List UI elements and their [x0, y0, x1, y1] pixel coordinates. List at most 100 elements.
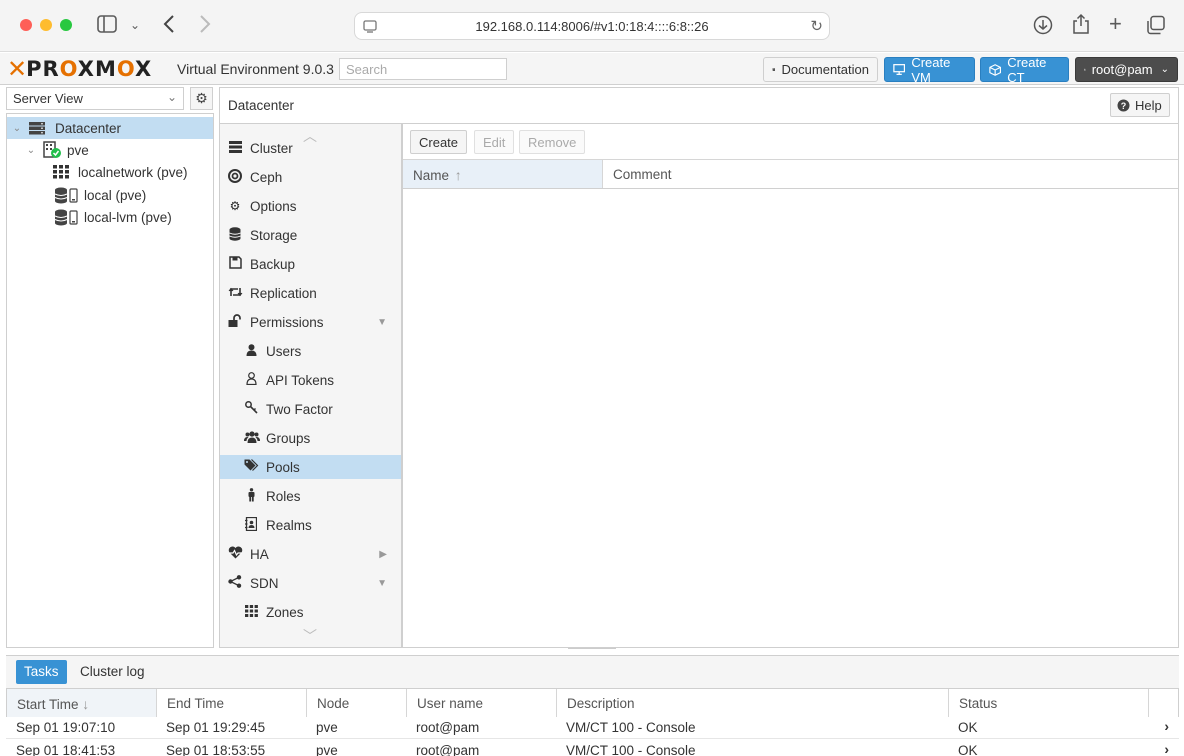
- log-panel-tabs: Tasks Cluster log: [6, 655, 1179, 688]
- menu-item-label: Storage: [250, 227, 298, 243]
- sort-descending-icon: ↓: [82, 696, 90, 712]
- menu-item-ceph[interactable]: Ceph: [220, 165, 401, 189]
- storage-icon: [54, 209, 78, 225]
- menu-item-backup[interactable]: Backup: [220, 252, 401, 276]
- zoom-window-button[interactable]: [60, 19, 72, 31]
- create-vm-label: Create VM: [911, 54, 951, 85]
- menu-item-permissions[interactable]: Permissions ▼: [220, 310, 401, 334]
- tree-settings-button[interactable]: ⚙: [190, 87, 213, 110]
- tags-icon: [244, 459, 259, 475]
- create-button[interactable]: Create: [410, 130, 468, 154]
- new-tab-icon[interactable]: +: [1109, 13, 1122, 35]
- table-row[interactable]: Sep 01 18:41:53 Sep 01 18:53:55 pve root…: [6, 740, 1179, 756]
- menu-item-realms[interactable]: Realms: [220, 513, 401, 537]
- documentation-label: Documentation: [781, 62, 869, 77]
- column-header-description[interactable]: Description: [557, 689, 949, 718]
- menu-item-label: Users: [266, 343, 302, 359]
- menu-item-options[interactable]: ⚙ Options: [220, 194, 401, 218]
- pools-toolbar: Create Edit Remove: [403, 124, 1178, 160]
- menu-item-groups[interactable]: Groups: [220, 426, 401, 450]
- cell-description: VM/CT 100 - Console: [566, 720, 696, 735]
- share-icon[interactable]: [1072, 13, 1090, 39]
- column-header-start-time[interactable]: Start Time ↓: [7, 689, 157, 718]
- menu-item-label: Groups: [266, 430, 311, 446]
- menu-item-sdn[interactable]: SDN ▼: [220, 571, 401, 595]
- expand-arrow-icon[interactable]: ▼: [377, 317, 387, 328]
- panel-splitter[interactable]: [568, 648, 616, 654]
- gear-icon: ⚙: [195, 90, 208, 106]
- edit-button[interactable]: Edit: [474, 130, 515, 154]
- table-row[interactable]: Sep 01 19:07:10 Sep 01 19:29:45 pve root…: [6, 717, 1179, 739]
- view-selector[interactable]: Server View ⌄: [6, 87, 184, 110]
- column-header-label: End Time: [167, 696, 225, 711]
- forward-button[interactable]: [199, 14, 211, 38]
- menu-item-storage[interactable]: Storage: [220, 223, 401, 247]
- menu-item-two-factor[interactable]: Two Factor: [220, 397, 401, 421]
- tree-item-local-lvm[interactable]: local-lvm (pve): [53, 206, 172, 228]
- menu-item-label: Replication: [250, 285, 317, 301]
- menu-item-api-tokens[interactable]: API Tokens: [220, 368, 401, 392]
- chevron-right-icon[interactable]: ›: [1164, 718, 1169, 734]
- create-ct-button[interactable]: Create CT: [980, 55, 1069, 85]
- scroll-down-icon[interactable]: ﹀: [303, 626, 317, 646]
- cell-status: OK: [958, 743, 978, 756]
- menu-item-cluster[interactable]: Cluster: [220, 136, 401, 160]
- column-header-user-name[interactable]: User name: [407, 689, 557, 718]
- content-header: Datacenter ? Help: [219, 87, 1179, 123]
- expand-arrow-icon[interactable]: ▶: [379, 549, 387, 560]
- create-vm-button[interactable]: Create VM: [884, 54, 975, 85]
- tree-item-local[interactable]: local (pve): [53, 184, 146, 206]
- user-icon: [1084, 68, 1086, 71]
- share-nodes-icon: [228, 575, 242, 591]
- tree-item-label: localnetwork (pve): [78, 164, 188, 180]
- sidebar-toggle-icon[interactable]: [97, 15, 117, 37]
- close-window-button[interactable]: [20, 19, 32, 31]
- menu-item-users[interactable]: Users: [220, 339, 401, 363]
- male-icon: [244, 487, 258, 505]
- collapse-arrow-icon[interactable]: ⌄: [25, 145, 37, 156]
- column-header-name[interactable]: Name ↑: [403, 160, 603, 188]
- menu-item-label: Options: [250, 198, 297, 214]
- menu-item-label: Realms: [266, 517, 312, 533]
- menu-item-replication[interactable]: Replication: [220, 281, 401, 305]
- pools-grid-header: Name ↑ Comment: [403, 160, 1178, 189]
- tabs-overview-icon[interactable]: [1146, 15, 1166, 39]
- column-header-status[interactable]: Status: [949, 689, 1149, 718]
- minimize-window-button[interactable]: [40, 19, 52, 31]
- user-menu-button[interactable]: root@pam ⌄: [1075, 57, 1178, 82]
- network-grid-icon: [53, 165, 69, 179]
- address-book-icon: [244, 516, 258, 534]
- column-header-node[interactable]: Node: [307, 689, 407, 718]
- menu-item-pools[interactable]: Pools: [220, 455, 401, 479]
- column-header-comment[interactable]: Comment: [603, 160, 1180, 188]
- search-input[interactable]: Search: [339, 58, 507, 80]
- column-header-label: Description: [567, 696, 635, 711]
- help-button[interactable]: ? Help: [1110, 93, 1170, 117]
- tree-item-localnetwork[interactable]: localnetwork (pve): [53, 161, 188, 183]
- column-header-label: Status: [959, 696, 998, 711]
- remove-button[interactable]: Remove: [519, 130, 586, 154]
- expand-arrow-icon[interactable]: ▼: [377, 578, 387, 589]
- menu-item-label: Two Factor: [266, 401, 333, 417]
- tab-overview-chevron-icon[interactable]: ⌄: [130, 15, 140, 35]
- menu-item-roles[interactable]: Roles: [220, 484, 401, 508]
- column-header-end-time[interactable]: End Time: [157, 689, 307, 718]
- menu-item-zones[interactable]: Zones: [220, 600, 401, 624]
- tree-item-datacenter[interactable]: ⌄ Datacenter: [7, 117, 213, 139]
- datacenter-icon: [29, 122, 45, 135]
- svg-text:?: ?: [1121, 101, 1127, 111]
- tab-cluster-log[interactable]: Cluster log: [72, 660, 153, 684]
- documentation-button[interactable]: Documentation: [763, 57, 878, 82]
- downloads-icon[interactable]: [1033, 15, 1053, 39]
- tab-tasks[interactable]: Tasks: [16, 660, 67, 684]
- collapse-arrow-icon[interactable]: ⌄: [11, 123, 23, 134]
- tree-item-label: pve: [67, 142, 89, 158]
- chevron-right-icon[interactable]: ›: [1164, 741, 1169, 756]
- tree-item-node-pve[interactable]: ⌄ pve: [25, 139, 89, 161]
- column-header-label: Name: [413, 168, 450, 183]
- reload-icon[interactable]: ↻: [810, 17, 823, 35]
- back-button[interactable]: [163, 14, 175, 38]
- address-bar[interactable]: 192.168.0.114:8006/#v1:0:18:4::::6:8::26…: [354, 12, 830, 40]
- menu-item-ha[interactable]: HA ▶: [220, 542, 401, 566]
- resource-tree: ⌄ Datacenter ⌄ pve localnetwork (pve) lo…: [6, 113, 214, 648]
